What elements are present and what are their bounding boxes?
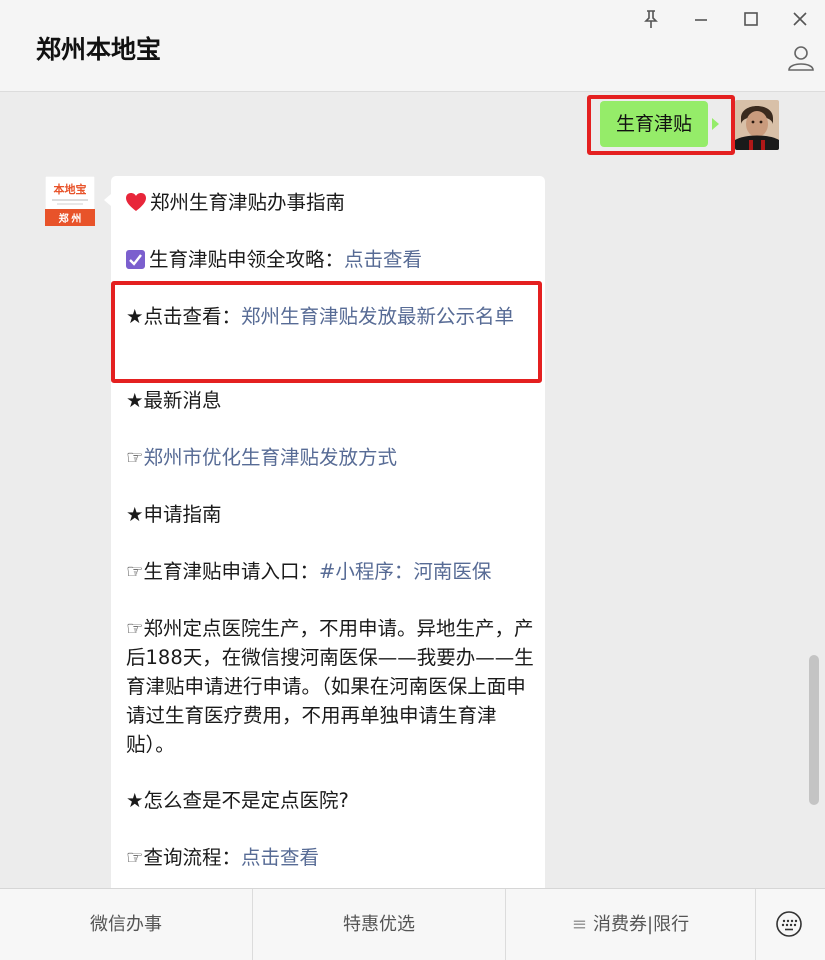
menu-wechat-services[interactable]: 微信办事 [0, 889, 253, 960]
avatar-city-text: 郑 州 [59, 212, 82, 225]
menu-coupons-restrictions[interactable]: ≡ 消费券|限行 [506, 889, 756, 960]
submenu-icon: ≡ [571, 914, 587, 935]
bottom-menu: 微信办事 特惠优选 ≡ 消费券|限行 [0, 888, 825, 960]
pin-icon[interactable] [640, 8, 662, 30]
minimize-icon[interactable] [690, 8, 712, 30]
highlight-box [111, 281, 542, 383]
profile-icon[interactable] [786, 43, 816, 73]
avatar-brand-text: 本地宝 [54, 182, 87, 196]
query-process-label: ☞查询流程： [126, 846, 241, 869]
entry-line: ☞生育津贴申请入口：#小程序：河南医保 [126, 557, 534, 586]
guide-heading: 郑州生育津贴办事指南 [126, 188, 534, 217]
menu-coupons-label: 消费券|限行 [593, 914, 690, 935]
checkbox-icon [126, 250, 145, 269]
application-guide-heading: ★申请指南 [126, 503, 222, 526]
received-bubble-tail [104, 194, 111, 206]
sent-message-highlight [587, 95, 735, 155]
heart-icon [126, 193, 146, 211]
optimize-line: ☞郑州市优化生育津贴发放方式 [126, 443, 534, 472]
optimize-payment-link[interactable]: 郑州市优化生育津贴发放方式 [143, 446, 397, 469]
designated-hospital-paragraph: ☞郑州定点医院生产，不用申请。异地生产，产后188天，在微信搜河南医保——我要办… [126, 617, 534, 756]
query-process-line: ☞查询流程：点击查看 [126, 843, 534, 872]
chat-title: 郑州本地宝 [36, 35, 162, 64]
keyboard-icon[interactable] [776, 911, 802, 937]
entry-label: ☞生育津贴申请入口： [126, 560, 319, 583]
menu-special-offers[interactable]: 特惠优选 [253, 889, 506, 960]
guide-heading-text: 郑州生育津贴办事指南 [150, 191, 346, 214]
user-avatar[interactable] [735, 100, 779, 150]
pointing-hand-prefix: ☞ [126, 446, 144, 469]
mini-program-link[interactable]: #小程序：河南医保 [319, 560, 491, 583]
strategy-label: 生育津贴申领全攻略： [149, 248, 345, 271]
chat-area: 生育津贴 本地宝 郑 州 郑州生育津贴办事指南 生育津贴申领全攻略：点击查看 ★… [0, 92, 825, 888]
title-bar: 郑州本地宝 [0, 0, 825, 92]
query-process-link[interactable]: 点击查看 [241, 846, 319, 869]
maximize-icon[interactable] [740, 8, 762, 30]
close-icon[interactable] [789, 8, 811, 30]
scrollbar-thumb[interactable] [809, 655, 819, 805]
official-account-avatar[interactable]: 本地宝 郑 州 [45, 176, 95, 226]
strategy-link[interactable]: 点击查看 [344, 248, 422, 271]
check-hospital-heading: ★怎么查是不是定点医院? [126, 789, 349, 812]
strategy-line: 生育津贴申领全攻略：点击查看 [126, 245, 534, 274]
latest-news-heading: ★最新消息 [126, 389, 222, 412]
